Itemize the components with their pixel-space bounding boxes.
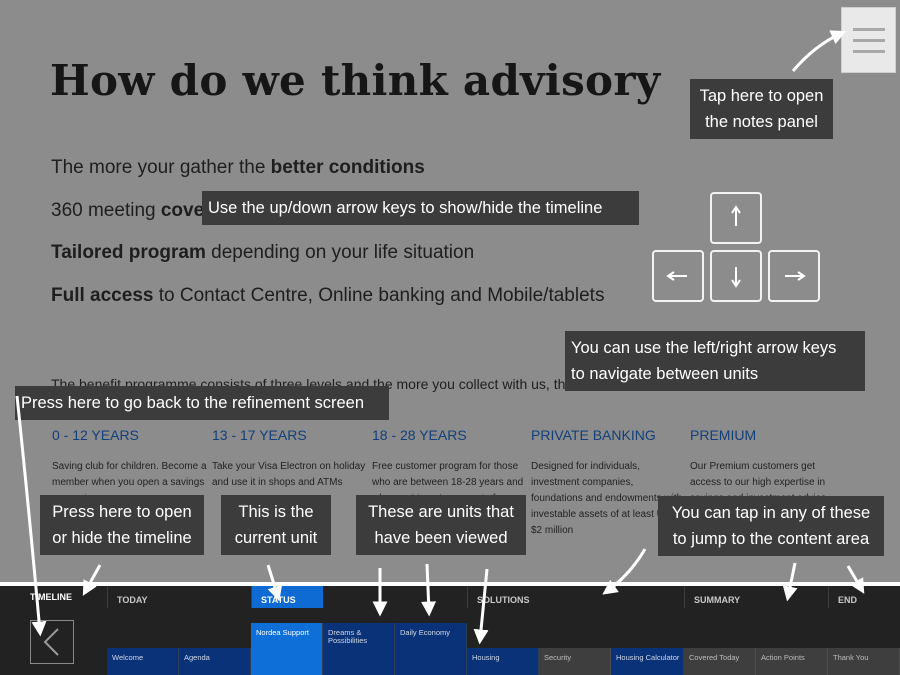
unit-thank-you[interactable]: Thank You bbox=[828, 648, 900, 675]
arrow-left-key bbox=[652, 250, 704, 302]
tip-current-unit: This is the current unit bbox=[221, 495, 331, 555]
timeline-toggle-label[interactable]: TIMELINE bbox=[30, 592, 72, 602]
refinement-back-button[interactable] bbox=[30, 620, 74, 664]
tip-left-right-keys: You can use the left/right arrow keys to… bbox=[565, 331, 865, 391]
section-status[interactable]: STATUS bbox=[251, 586, 323, 608]
bullet-better-conditions: The more your gather the better conditio… bbox=[51, 157, 425, 178]
level-heading: 18 - 28 YEARS bbox=[372, 427, 467, 443]
level-heading: 13 - 17 YEARS bbox=[212, 427, 307, 443]
section-solutions[interactable]: SOLUTIONS bbox=[467, 586, 684, 608]
arrow-down-icon bbox=[731, 267, 741, 288]
slide-title: How do we think advisory bbox=[50, 56, 661, 105]
unit-dreams-possibilities[interactable]: Dreams & Possibilities bbox=[323, 623, 395, 648]
arrow-right-key bbox=[768, 250, 820, 302]
unit-agenda[interactable]: Agenda bbox=[179, 648, 251, 675]
unit-action-points[interactable]: Action Points bbox=[756, 648, 828, 675]
arrow-up-key bbox=[710, 192, 762, 244]
bullet-full-access: Full access to Contact Centre, Online ba… bbox=[51, 285, 605, 306]
notes-panel-button[interactable] bbox=[841, 7, 896, 73]
level-13-17: 13 - 17 YEARS Take your Visa Electron on… bbox=[212, 427, 367, 491]
tip-viewed-units: These are units that have been viewed bbox=[356, 495, 526, 555]
unit-security[interactable]: Security bbox=[539, 648, 611, 675]
level-heading: PREMIUM bbox=[690, 427, 757, 443]
unit-covered-today[interactable]: Covered Today bbox=[684, 648, 756, 675]
tip-notes-panel: Tap here to open the notes panel bbox=[690, 79, 833, 139]
level-text: Take your Visa Electron on holiday and u… bbox=[212, 461, 366, 488]
unit-status-blank-1[interactable] bbox=[323, 648, 395, 675]
unit-welcome[interactable]: Welcome bbox=[107, 648, 179, 675]
level-premium: PREMIUM Our Premium customers get access… bbox=[690, 427, 845, 507]
timeline-bar: TIMELINE TODAY STATUS SOLUTIONS SUMMARY … bbox=[0, 586, 900, 675]
unit-housing[interactable]: Housing bbox=[467, 648, 539, 675]
hamburger-menu-icon bbox=[853, 28, 885, 31]
unit-nordea-support[interactable]: Nordea Support bbox=[251, 623, 323, 675]
arrow-notes bbox=[791, 30, 847, 72]
tip-jump-content: You can tap in any of these to jump to t… bbox=[658, 496, 884, 556]
section-summary[interactable]: SUMMARY bbox=[684, 586, 828, 608]
section-end[interactable]: END bbox=[828, 586, 900, 608]
level-heading: PRIVATE BANKING bbox=[531, 427, 656, 443]
chevron-left-icon bbox=[43, 628, 59, 656]
bullet-tailored-program: Tailored program depending on your life … bbox=[51, 242, 475, 263]
tip-toggle-timeline: Press here to open or hide the timeline bbox=[40, 495, 204, 555]
arrow-left-icon bbox=[666, 271, 687, 281]
bullet-360-meeting: 360 meeting cover bbox=[51, 200, 212, 221]
arrow-down-key bbox=[710, 250, 762, 302]
arrow-up-icon bbox=[731, 205, 741, 226]
unit-housing-calculator[interactable]: Housing Calculator bbox=[611, 648, 684, 675]
arrow-right-icon bbox=[785, 271, 806, 281]
unit-status-blank-2[interactable] bbox=[395, 648, 467, 675]
hamburger-menu-icon bbox=[853, 39, 885, 42]
tip-refinement-screen: Press here to go back to the refinement … bbox=[15, 386, 389, 420]
section-today[interactable]: TODAY bbox=[107, 586, 251, 608]
unit-daily-economy[interactable]: Daily Economy bbox=[395, 623, 467, 648]
hamburger-menu-icon bbox=[853, 50, 885, 53]
tip-up-down-keys: Use the up/down arrow keys to show/hide … bbox=[202, 191, 639, 225]
level-heading: 0 - 12 YEARS bbox=[52, 427, 139, 443]
